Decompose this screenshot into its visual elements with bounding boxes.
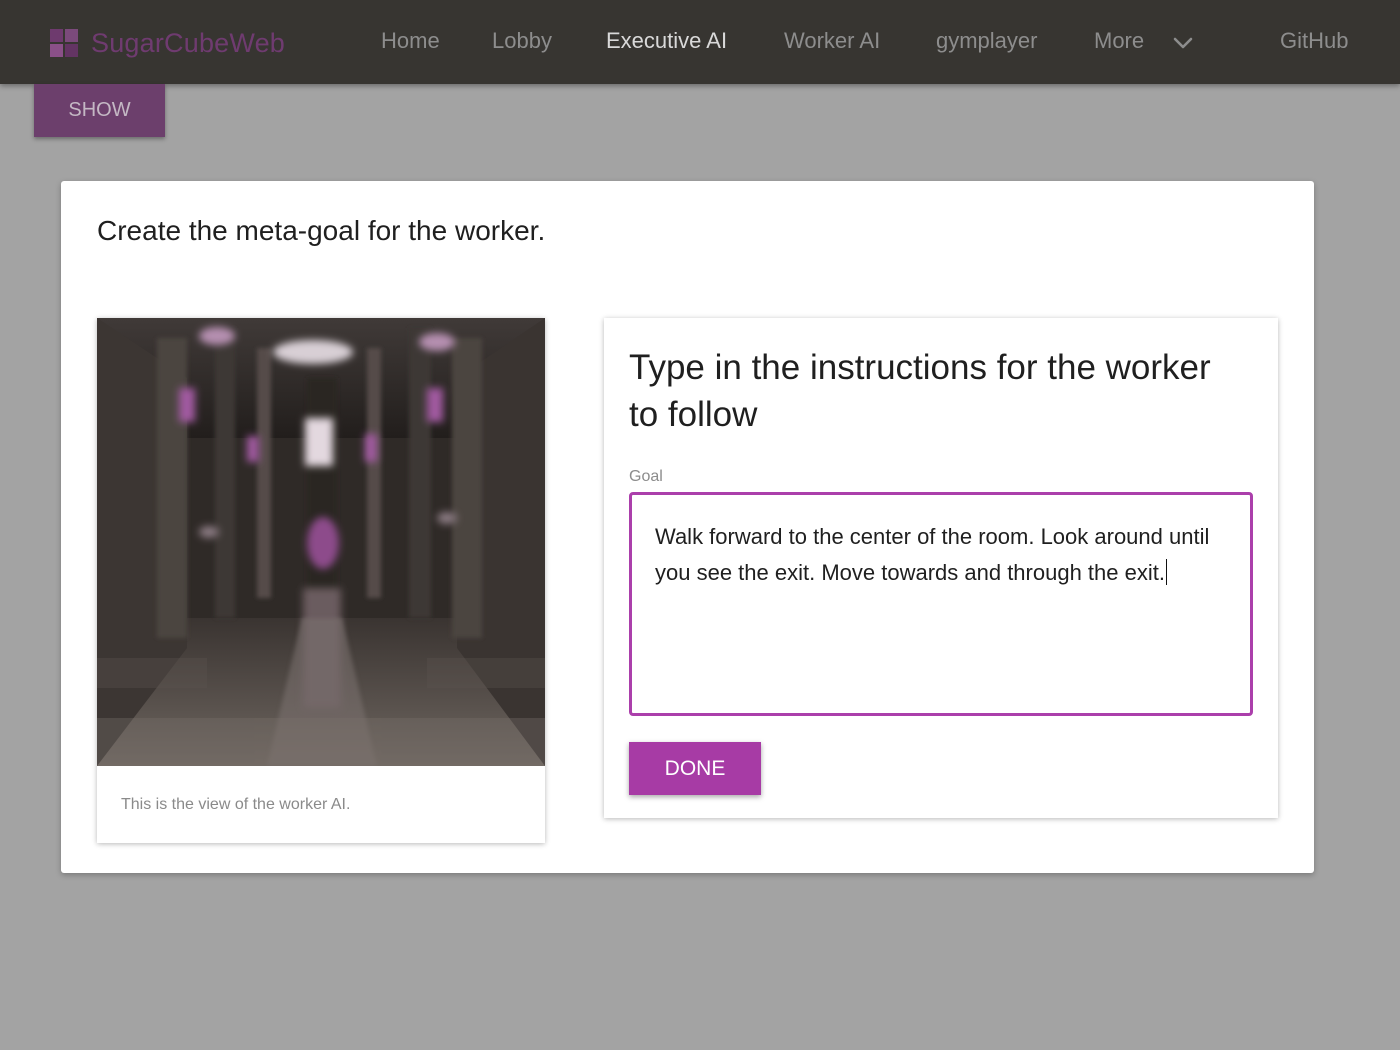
nav-worker-ai[interactable]: Worker AI xyxy=(784,28,880,54)
goal-textarea[interactable]: Walk forward to the center of the room. … xyxy=(629,492,1253,716)
worker-view-card: This is the view of the worker AI. xyxy=(97,318,545,843)
goal-label: Goal xyxy=(629,468,663,485)
nav-github[interactable]: GitHub xyxy=(1280,28,1348,54)
nav-gymplayer[interactable]: gymplayer xyxy=(936,28,1037,54)
brand-name: SugarCubeWeb xyxy=(91,27,286,58)
nav-home[interactable]: Home xyxy=(381,28,440,54)
show-button[interactable]: SHOW xyxy=(34,84,165,137)
chevron-down-icon[interactable] xyxy=(1172,32,1194,54)
main-card: Create the meta-goal for the worker. Thi… xyxy=(61,181,1314,873)
text-caret xyxy=(1165,559,1167,585)
nav-lobby[interactable]: Lobby xyxy=(492,28,552,54)
brand-link[interactable]: SugarCubeWeb xyxy=(50,26,285,60)
done-button[interactable]: DONE xyxy=(629,742,761,795)
nav-executive-ai[interactable]: Executive AI xyxy=(606,28,727,54)
page-title: Create the meta-goal for the worker. xyxy=(97,215,546,246)
nav-more[interactable]: More xyxy=(1094,28,1144,54)
goal-text: Walk forward to the center of the room. … xyxy=(655,524,1210,585)
top-navbar: SugarCubeWeb Home Lobby Executive AI Wor… xyxy=(0,0,1400,84)
image-caption: This is the view of the worker AI. xyxy=(121,796,351,813)
worker-view-image xyxy=(97,318,545,766)
instructions-title: Type in the instructions for the worker … xyxy=(629,348,1211,434)
grid-logo-icon xyxy=(50,29,78,57)
instructions-card: Type in the instructions for the worker … xyxy=(604,318,1278,818)
